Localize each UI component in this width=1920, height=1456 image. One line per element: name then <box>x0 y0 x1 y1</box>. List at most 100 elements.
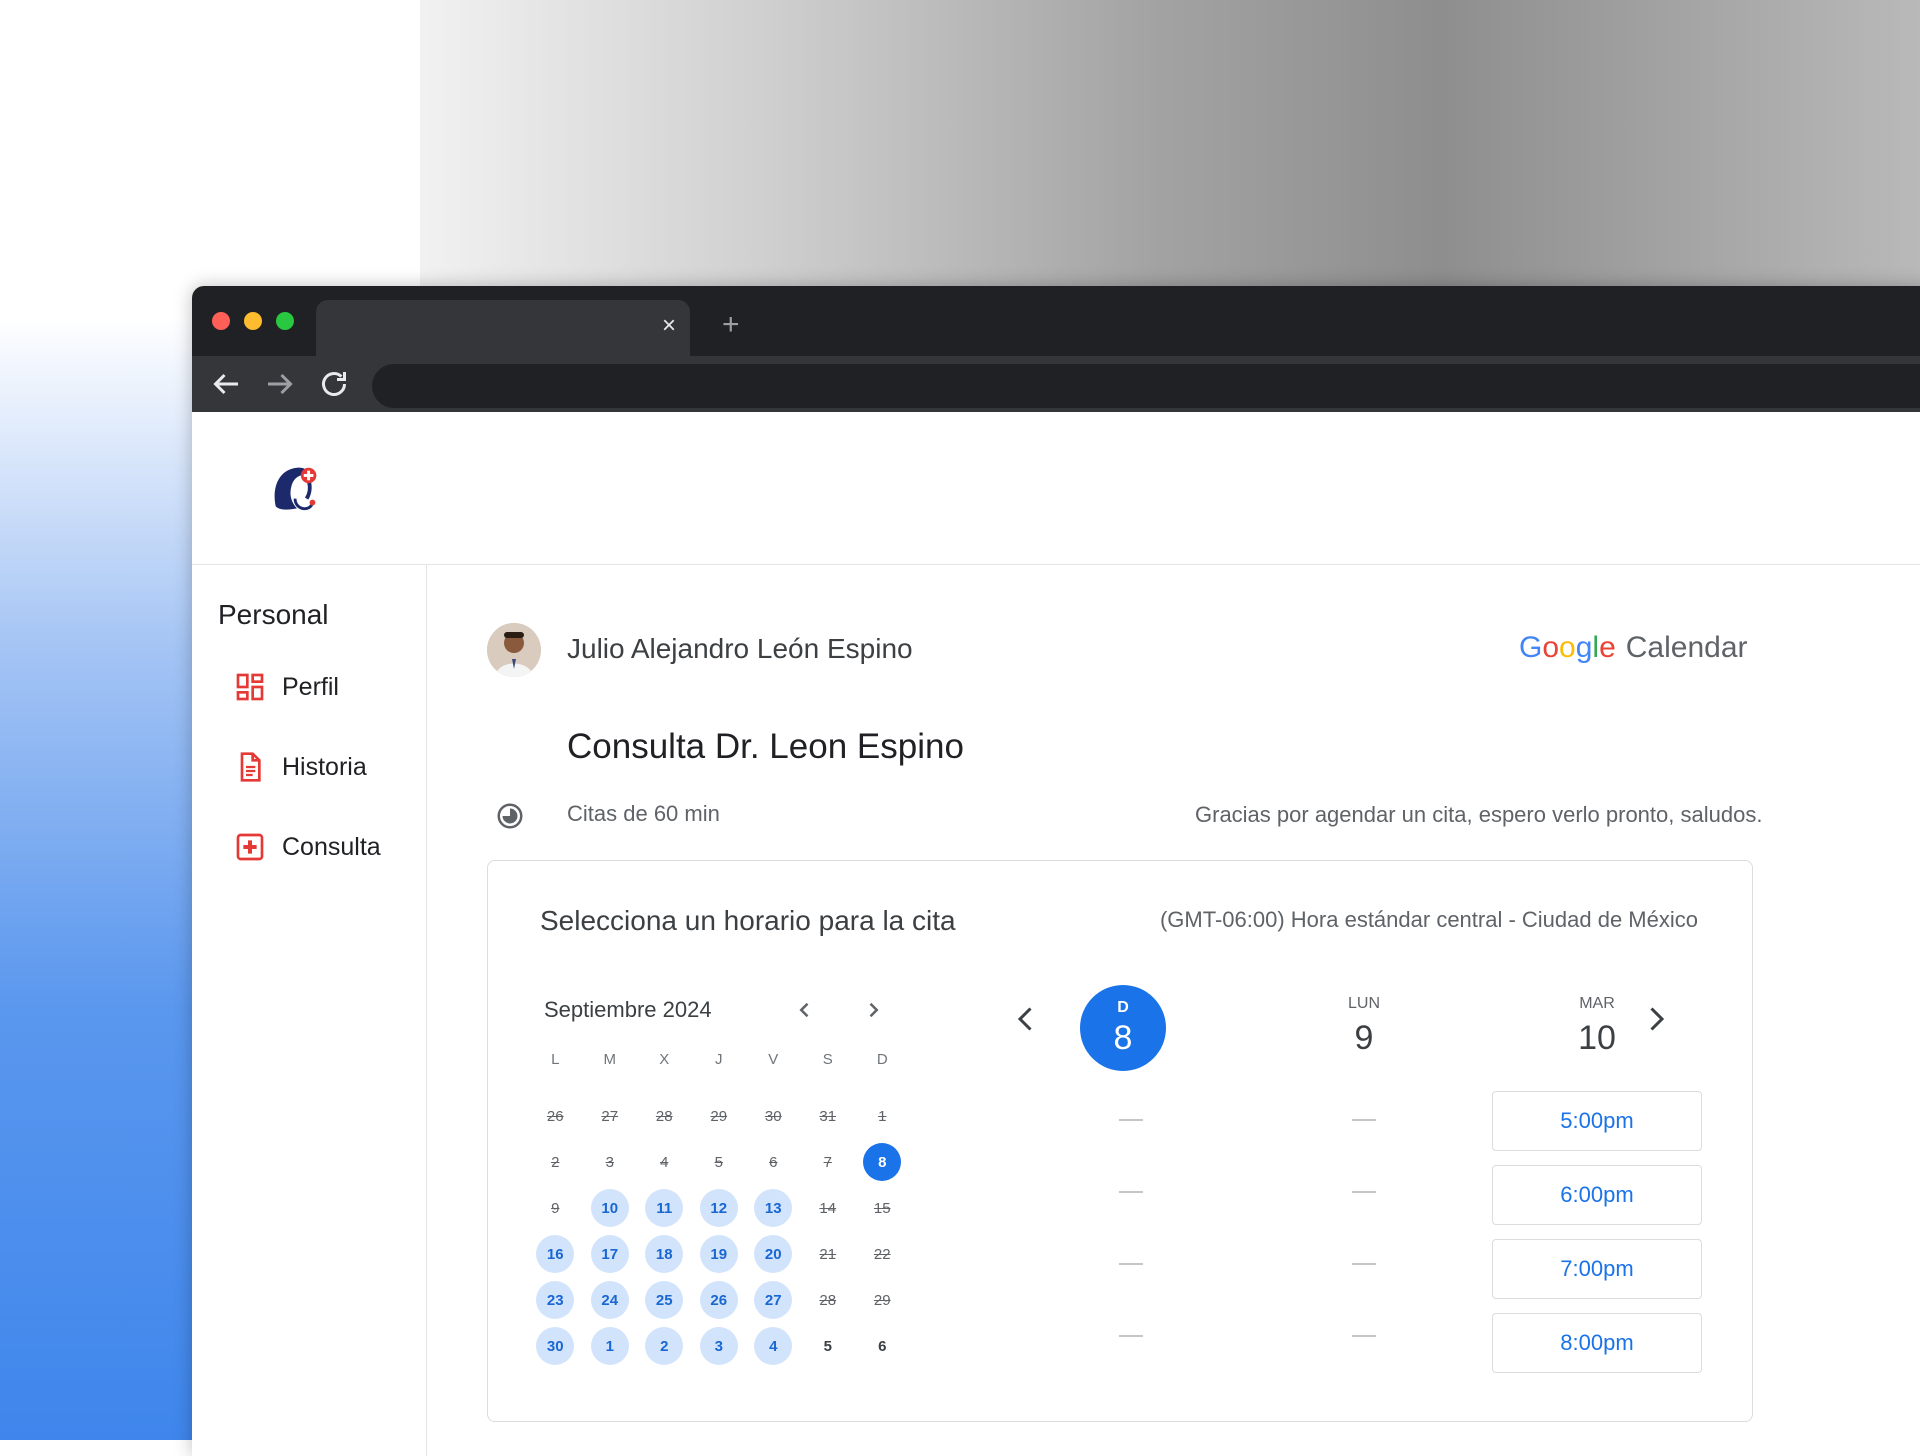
tab-close-icon[interactable]: × <box>662 314 676 338</box>
calendar-day[interactable]: 30 <box>528 1323 583 1369</box>
calendar-day[interactable]: 10 <box>583 1185 638 1231</box>
calendar-day[interactable]: 11 <box>637 1185 692 1231</box>
calendar-day-number: 27 <box>754 1281 793 1319</box>
calendar-day[interactable]: 23 <box>528 1277 583 1323</box>
calendar-day: 28 <box>801 1277 856 1323</box>
day-header: MAR 10 <box>1492 995 1702 1058</box>
calendar-day[interactable]: 25 <box>637 1277 692 1323</box>
sidebar: Personal Perfil Historia Consulta <box>192 565 427 1456</box>
calendar-day: 15 <box>855 1185 910 1231</box>
calendar-day-number: 7 <box>823 1153 832 1171</box>
sidebar-item-consulta[interactable]: Consulta <box>234 827 381 867</box>
time-slot-button[interactable]: 8:00pm <box>1492 1313 1702 1373</box>
calendar-day-number: 1 <box>590 1327 629 1365</box>
calendar-day-selected[interactable]: 8 <box>855 1139 910 1185</box>
main-content: Julio Alejandro León Espino Google Calen… <box>427 565 1920 1456</box>
day-column: MAR 10 5:00pm 6:00pm 7:00pm 8:00pm <box>1492 985 1702 1373</box>
weekday-label: J <box>715 1051 723 1068</box>
calendar-day[interactable]: 4 <box>746 1323 801 1369</box>
calendar-week-row: 30 1 2 3 4 5 6 <box>528 1323 910 1369</box>
calendar-day-number: 10 <box>590 1189 629 1227</box>
address-bar[interactable] <box>372 364 1920 408</box>
calendar-day-number: 6 <box>878 1337 887 1355</box>
doctor-avatar <box>487 623 541 677</box>
calendar-day-number: 16 <box>536 1235 575 1273</box>
calendar-day[interactable]: 26 <box>692 1277 747 1323</box>
dash <box>1352 1335 1376 1337</box>
close-window-button[interactable] <box>212 312 230 330</box>
previous-month-icon[interactable] <box>790 995 820 1025</box>
calendar-day[interactable]: 16 <box>528 1231 583 1277</box>
new-tab-button[interactable]: + <box>722 310 740 340</box>
minimize-window-button[interactable] <box>244 312 262 330</box>
brand-letter: o <box>1559 631 1576 664</box>
app-logo-icon[interactable] <box>268 460 326 518</box>
calendar-day-number: 30 <box>536 1327 575 1365</box>
google-calendar-logo: Google Calendar <box>1519 631 1748 665</box>
weekday-label: D <box>876 1051 888 1068</box>
calendar-day: 21 <box>801 1231 856 1277</box>
time-slot-list <box>1026 1091 1236 1379</box>
booking-card: Selecciona un horario para la cita (GMT-… <box>487 860 1753 1422</box>
browser-titlebar: × + <box>192 286 1920 358</box>
calendar-day-number: 2 <box>551 1153 560 1171</box>
calendar-day-number: 28 <box>655 1107 673 1125</box>
time-slot-button[interactable]: 7:00pm <box>1492 1239 1702 1299</box>
reload-icon[interactable] <box>316 366 352 402</box>
sidebar-item-perfil[interactable]: Perfil <box>234 667 339 707</box>
forward-arrow-icon[interactable] <box>262 366 298 402</box>
calendar-day-number: 8 <box>863 1143 902 1181</box>
brand-letter: e <box>1599 631 1616 664</box>
day-name: MAR <box>1579 995 1615 1012</box>
day-column-header: MAR 10 <box>1492 985 1702 1075</box>
browser-tab[interactable]: × <box>316 300 690 358</box>
calendar-day: 30 <box>746 1093 801 1139</box>
calendar-day-number: 1 <box>878 1107 887 1125</box>
calendar-week-row: 26 27 28 29 30 31 1 <box>528 1093 910 1139</box>
day-grid: 26 27 28 29 30 31 1 2 3 4 5 6 7 8 9 10 11 12 13 14 15 16 17 18 1… <box>528 1093 910 1369</box>
calendar-day: 4 <box>637 1139 692 1185</box>
timezone-label[interactable]: (GMT-06:00) Hora estándar central - Ciud… <box>1160 907 1698 933</box>
back-arrow-icon[interactable] <box>208 366 244 402</box>
weekday-label: X <box>659 1051 670 1068</box>
no-slot-dash <box>1259 1163 1469 1221</box>
calendar-day-number: 30 <box>764 1107 782 1125</box>
weekday-label: M <box>603 1051 617 1068</box>
next-month-icon[interactable] <box>858 995 888 1025</box>
calendar-day[interactable]: 18 <box>637 1231 692 1277</box>
calendar-day[interactable]: 2 <box>637 1323 692 1369</box>
calendar-day[interactable]: 27 <box>746 1277 801 1323</box>
calendar-day[interactable]: 3 <box>692 1323 747 1369</box>
time-slot-list: 5:00pm 6:00pm 7:00pm 8:00pm <box>1492 1091 1702 1387</box>
maximize-window-button[interactable] <box>276 312 294 330</box>
calendar-day-number: 6 <box>769 1153 778 1171</box>
calendar-day: 6 <box>746 1139 801 1185</box>
brand-letter: g <box>1575 631 1593 664</box>
sidebar-item-historia[interactable]: Historia <box>234 747 367 787</box>
calendar-day: 28 <box>637 1093 692 1139</box>
calendar-day-number: 18 <box>645 1235 684 1273</box>
calendar-day-number: 29 <box>710 1107 728 1125</box>
calendar-day[interactable]: 17 <box>583 1231 638 1277</box>
time-slot-button[interactable]: 6:00pm <box>1492 1165 1702 1225</box>
calendar-day[interactable]: 13 <box>746 1185 801 1231</box>
brand-letter: l <box>1592 631 1600 664</box>
time-slot-button[interactable]: 5:00pm <box>1492 1091 1702 1151</box>
calendar-day: 29 <box>855 1277 910 1323</box>
calendar-day[interactable]: 1 <box>583 1323 638 1369</box>
calendar-day-number: 24 <box>590 1281 629 1319</box>
dash <box>1119 1335 1143 1337</box>
selected-day-badge[interactable]: D8 <box>1080 985 1166 1071</box>
brand-letter: o <box>1542 631 1560 664</box>
calendar-day-number: 22 <box>873 1245 891 1263</box>
calendar-day[interactable]: 24 <box>583 1277 638 1323</box>
day-column: LUN 9 <box>1259 985 1469 1337</box>
app-header <box>192 412 1920 565</box>
calendar-day-number: 31 <box>819 1107 837 1125</box>
calendar-day[interactable]: 19 <box>692 1231 747 1277</box>
no-slot-dash <box>1026 1163 1236 1221</box>
calendar-day[interactable]: 20 <box>746 1231 801 1277</box>
event-title: Consulta Dr. Leon Espino <box>567 727 964 766</box>
calendar-day: 5 <box>801 1323 856 1369</box>
calendar-day[interactable]: 12 <box>692 1185 747 1231</box>
